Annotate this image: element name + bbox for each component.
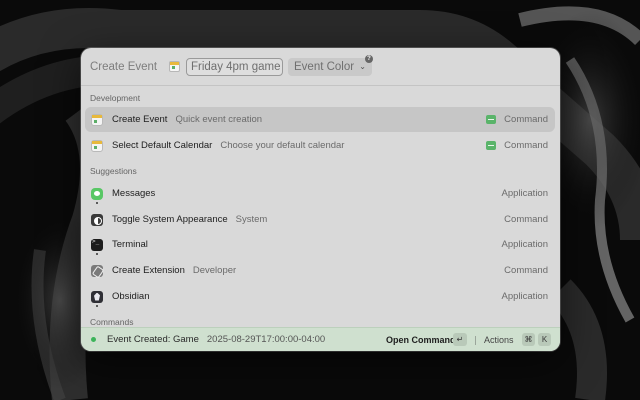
section-header-suggestions: Suggestions <box>90 166 137 176</box>
list-item-toggle-system-appearance[interactable]: Toggle System Appearance System Command <box>85 207 555 232</box>
footer-divider <box>475 336 476 345</box>
item-type-label: Application <box>501 239 548 250</box>
appearance-icon <box>91 213 103 226</box>
event-color-dropdown[interactable]: Event Color ⌄ <box>288 57 372 76</box>
launcher-window: Create Event Friday 4pm game Event Color… <box>81 48 560 351</box>
item-subtitle: Developer <box>192 265 237 276</box>
toast-detail: 2025-08-29T17:00:00-04:00 <box>206 334 326 345</box>
help-badge-icon[interactable]: ? <box>365 55 373 63</box>
item-type-label: Command <box>504 214 548 225</box>
item-title: Select Default Calendar <box>112 140 213 151</box>
return-key-icon: ↵ <box>453 333 467 346</box>
item-subtitle: Choose your default calendar <box>220 140 345 151</box>
list-item-create-extension[interactable]: Create Extension Developer Command <box>85 258 555 283</box>
item-subtitle: Quick event creation <box>175 114 263 125</box>
item-title: Terminal <box>112 239 148 250</box>
calendar-icon <box>91 139 103 152</box>
action-bar: Event Created: Game 2025-08-29T17:00:00-… <box>81 327 560 351</box>
list-item-create-event[interactable]: Create Event Quick event creation Comman… <box>85 107 555 132</box>
toast-title: Event Created: Game <box>107 334 199 345</box>
messages-icon <box>91 187 103 204</box>
list-item-obsidian[interactable]: Obsidian Application <box>85 284 555 309</box>
actions-button[interactable]: Actions <box>484 335 514 345</box>
item-title: Create Extension <box>112 265 185 276</box>
item-subtitle: System <box>235 214 268 225</box>
command-key-icon: ⌘ <box>522 333 535 346</box>
item-title: Toggle System Appearance <box>112 214 228 225</box>
k-key-icon: K <box>538 333 551 346</box>
extension-badge-icon <box>486 115 497 124</box>
item-type-label: Command <box>504 114 548 125</box>
extension-badge-icon <box>486 141 497 150</box>
item-title: Obsidian <box>112 291 150 302</box>
item-type-label: Command <box>504 140 548 151</box>
calendar-icon <box>91 113 103 126</box>
header-divider <box>81 85 560 86</box>
item-accessory: Command <box>486 114 548 125</box>
terminal-icon <box>91 238 103 255</box>
item-type-label: Application <box>501 291 548 302</box>
list-item-select-default-calendar[interactable]: Select Default Calendar Choose your defa… <box>85 133 555 158</box>
event-color-label: Event Color <box>294 60 355 73</box>
item-title: Create Event <box>112 114 168 125</box>
event-title-input[interactable]: Friday 4pm game <box>186 57 283 76</box>
item-type-label: Command <box>504 265 548 276</box>
success-dot-icon <box>91 337 96 342</box>
item-accessory: Command <box>486 140 548 151</box>
list-item-messages[interactable]: Messages Application <box>85 181 555 206</box>
item-title: Messages <box>112 188 156 199</box>
open-command-button[interactable]: Open Command <box>386 335 456 345</box>
item-type-label: Application <box>501 188 548 199</box>
command-title: Create Event <box>90 60 158 73</box>
calendar-icon <box>169 61 180 72</box>
section-header-development: Development <box>90 93 141 103</box>
command-header: Create Event Friday 4pm game Event Color… <box>81 48 560 85</box>
section-header-commands: Commands <box>90 317 134 327</box>
obsidian-icon <box>91 290 103 307</box>
list-item-terminal[interactable]: Terminal Application <box>85 232 555 257</box>
extension-icon <box>91 264 103 277</box>
